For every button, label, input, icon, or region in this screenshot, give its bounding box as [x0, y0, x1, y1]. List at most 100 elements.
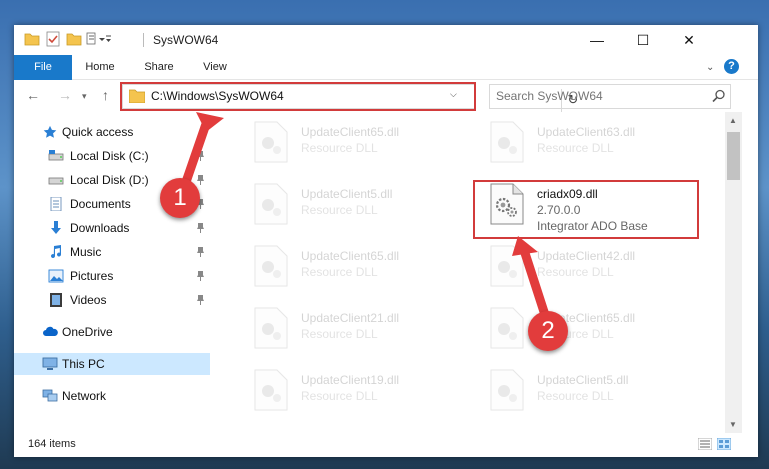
- close-button[interactable]: ✕: [666, 25, 712, 55]
- dll-file-icon: [490, 183, 524, 225]
- sidebar-item-label: Pictures: [70, 269, 114, 283]
- sidebar-item-downloads[interactable]: Downloads: [14, 217, 210, 239]
- file-version: 2.70.0.0: [537, 203, 581, 217]
- file-name: UpdateClient5.dll: [537, 373, 629, 387]
- sidebar-item-local-disk-c[interactable]: Local Disk (C:): [14, 145, 210, 167]
- file-description: Resource DLL: [537, 265, 614, 279]
- pin-icon[interactable]: [196, 175, 205, 185]
- pictures-icon: [48, 269, 64, 283]
- file-item[interactable]: UpdateClient42.dll Resource DLL: [489, 243, 709, 293]
- file-item[interactable]: UpdateClient65.dll Resource DLL: [253, 243, 473, 293]
- sidebar-item-label: This PC: [62, 357, 105, 371]
- file-name: UpdateClient5.dll: [301, 187, 393, 201]
- pin-icon[interactable]: [196, 295, 205, 305]
- navigation-pane: Quick access Local Disk (C:) Local Disk …: [14, 115, 210, 435]
- pin-icon[interactable]: [196, 151, 205, 161]
- sidebar-item-label: OneDrive: [62, 325, 113, 339]
- search-icon[interactable]: [712, 89, 726, 103]
- pin-icon[interactable]: [196, 247, 205, 257]
- file-description: Resource DLL: [301, 141, 378, 155]
- file-item-criadx09[interactable]: criadx09.dll 2.70.0.0 Integrator ADO Bas…: [489, 181, 709, 233]
- search-box[interactable]: [489, 84, 731, 109]
- download-icon: [51, 221, 61, 234]
- file-name: UpdateClient42.dll: [537, 249, 636, 263]
- dll-file-icon: [254, 183, 288, 225]
- dll-file-icon: [490, 121, 524, 163]
- expand-ribbon-icon[interactable]: ⌄: [706, 62, 714, 73]
- tab-home[interactable]: Home: [76, 55, 124, 79]
- dll-file-icon: [254, 121, 288, 163]
- scroll-up-icon[interactable]: ▲: [729, 116, 737, 125]
- file-item[interactable]: UpdateClient63.dll Resource DLL: [489, 119, 709, 169]
- ribbon-tabs: File Home Share View ⌄ ?: [14, 55, 758, 105]
- scroll-down-icon[interactable]: ▼: [729, 420, 737, 429]
- file-item[interactable]: UpdateClient21.dll Resource DLL: [253, 305, 473, 355]
- sidebar-item-music[interactable]: Music: [14, 241, 210, 263]
- scrollbar-thumb[interactable]: [727, 132, 740, 180]
- properties-icon[interactable]: [45, 31, 61, 47]
- sidebar-item-videos[interactable]: Videos: [14, 289, 210, 311]
- sidebar-item-label: Local Disk (C:): [70, 149, 149, 163]
- music-icon: [51, 245, 62, 259]
- dll-file-icon: [254, 245, 288, 287]
- back-button[interactable]: ←: [26, 87, 40, 103]
- star-icon: [43, 125, 57, 138]
- item-count: 164 items: [28, 438, 76, 450]
- dll-file-icon: [490, 245, 524, 287]
- recent-locations-button[interactable]: ▾: [82, 91, 87, 102]
- explorer-window: SysWOW64 — ☐ ✕ File Home Share View ⌄ ? …: [14, 25, 758, 457]
- file-description: Resource DLL: [537, 389, 614, 403]
- file-name: UpdateClient65.dll: [301, 249, 400, 263]
- dll-file-icon: [490, 307, 524, 349]
- sidebar-item-quick-access[interactable]: Quick access: [14, 121, 210, 143]
- dll-file-icon: [254, 307, 288, 349]
- folder-icon[interactable]: [24, 31, 40, 47]
- network-icon: [42, 389, 58, 402]
- dll-file-icon: [490, 369, 524, 411]
- address-path[interactable]: C:\Windows\SysWOW64: [151, 89, 284, 103]
- address-bar[interactable]: C:\Windows\SysWOW64 ⌵ ↻: [122, 84, 578, 112]
- file-description: Resource DLL: [301, 327, 378, 341]
- vertical-scrollbar[interactable]: ▲ ▼: [725, 112, 742, 434]
- pin-icon[interactable]: [196, 223, 205, 233]
- address-dropdown-icon[interactable]: ⌵: [450, 89, 457, 100]
- file-name: criadx09.dll: [537, 187, 598, 201]
- tiles-view-icon[interactable]: [717, 438, 731, 450]
- minimize-button[interactable]: —: [574, 25, 620, 55]
- sidebar-item-this-pc[interactable]: This PC: [14, 353, 210, 375]
- tab-view[interactable]: View: [194, 55, 236, 79]
- file-description: Resource DLL: [537, 141, 614, 155]
- file-item[interactable]: UpdateClient5.dll Resource DLL: [253, 181, 473, 231]
- customize-toolbar-icon[interactable]: [86, 31, 112, 47]
- up-button[interactable]: ↑: [102, 87, 109, 103]
- file-description: Integrator ADO Base: [537, 219, 648, 233]
- tab-share[interactable]: Share: [136, 55, 182, 79]
- status-bar: 164 items: [14, 433, 758, 457]
- file-name: UpdateClient19.dll: [301, 373, 400, 387]
- search-input[interactable]: [496, 87, 696, 105]
- details-view-icon[interactable]: [698, 438, 712, 450]
- file-item[interactable]: UpdateClient65.dll Resource DLL: [253, 119, 473, 169]
- window-title: SysWOW64: [153, 33, 219, 47]
- help-icon[interactable]: ?: [724, 59, 739, 74]
- step-marker-2: 2: [528, 311, 568, 351]
- title-bar: SysWOW64 — ☐ ✕: [14, 25, 758, 55]
- forward-button[interactable]: →: [58, 87, 72, 103]
- sidebar-item-onedrive[interactable]: OneDrive: [14, 321, 210, 343]
- step-marker-1: 1: [160, 178, 200, 218]
- file-item[interactable]: UpdateClient65.dll Resource DLL: [489, 305, 709, 355]
- maximize-button[interactable]: ☐: [620, 25, 666, 55]
- sidebar-item-label: Quick access: [62, 125, 134, 139]
- file-description: Resource DLL: [301, 389, 378, 403]
- new-folder-icon[interactable]: [66, 31, 82, 47]
- cloud-icon: [43, 326, 58, 336]
- file-item[interactable]: UpdateClient19.dll Resource DLL: [253, 367, 473, 417]
- sidebar-item-pictures[interactable]: Pictures: [14, 265, 210, 287]
- file-item[interactable]: UpdateClient5.dll Resource DLL: [489, 367, 709, 417]
- pin-icon[interactable]: [196, 271, 205, 281]
- drive-icon: [48, 150, 64, 161]
- sidebar-item-label: Music: [70, 245, 102, 259]
- sidebar-item-label: Local Disk (D:): [70, 173, 149, 187]
- title-separator: [143, 33, 144, 47]
- sidebar-item-network[interactable]: Network: [14, 385, 210, 407]
